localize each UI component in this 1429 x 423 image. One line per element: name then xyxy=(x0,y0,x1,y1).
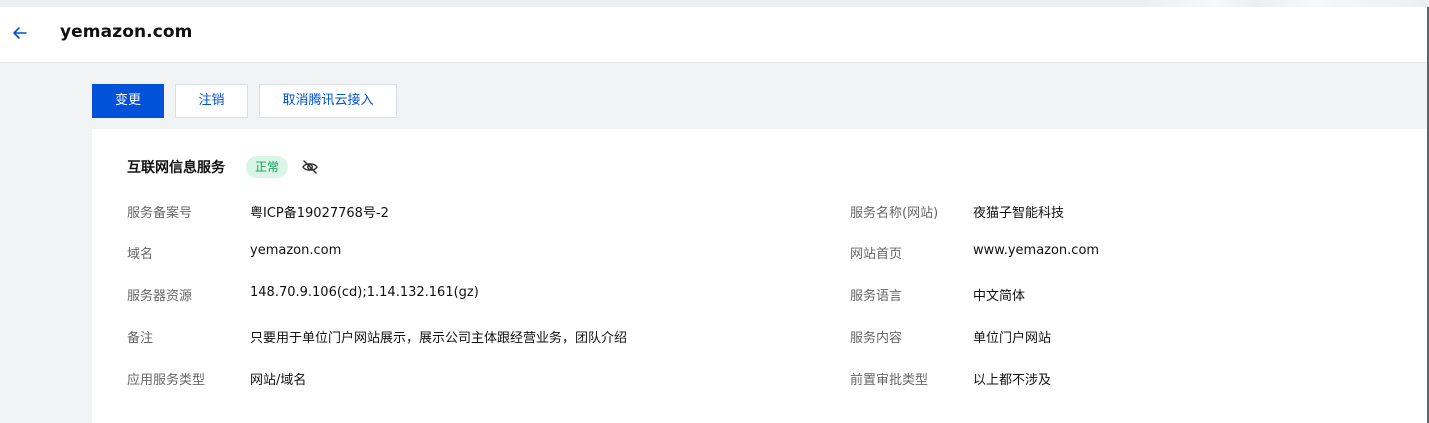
service-language-value: 中文简体 xyxy=(973,289,1026,304)
remarks-value: 只要用于单位门户网站展示，展示公司主体跟经营业务，团队介绍 xyxy=(250,331,628,346)
change-button[interactable]: 变更 xyxy=(92,84,164,118)
service-record-number-label: 服务备案号 xyxy=(127,206,193,221)
service-name-label: 服务名称(网站) xyxy=(850,206,939,221)
domain-label: 域名 xyxy=(127,247,154,262)
service-info-card: 互联网信息服务 正常 服务备案号 粤ICP备19027768号-2 域名 yem… xyxy=(92,129,1427,423)
cancel-tencent-access-button[interactable]: 取消腾讯云接入 xyxy=(259,84,397,118)
eye-off-icon[interactable] xyxy=(301,158,319,176)
domain-value: yemazon.com xyxy=(250,243,342,258)
server-resources-value: 148.70.9.106(cd);1.14.132.161(gz) xyxy=(250,285,479,300)
top-strip xyxy=(0,0,1429,7)
homepage-label: 网站首页 xyxy=(850,247,903,262)
app-service-type-value: 网站/域名 xyxy=(250,373,307,388)
deregister-button[interactable]: 注销 xyxy=(175,84,248,118)
app-service-type-label: 应用服务类型 xyxy=(127,373,206,388)
service-name-value: 夜猫子智能科技 xyxy=(973,206,1065,221)
service-language-label: 服务语言 xyxy=(850,289,903,304)
pre-approval-type-value: 以上都不涉及 xyxy=(973,373,1052,388)
status-badge: 正常 xyxy=(246,156,289,178)
action-toolbar: 变更 注销 取消腾讯云接入 xyxy=(92,84,397,118)
server-resources-label: 服务器资源 xyxy=(127,289,193,304)
pre-approval-type-label: 前置审批类型 xyxy=(850,373,929,388)
service-record-number-value: 粤ICP备19027768号-2 xyxy=(250,206,389,221)
homepage-value: www.yemazon.com xyxy=(973,243,1100,258)
arrow-left-icon[interactable] xyxy=(10,23,30,43)
page-title: yemazon.com xyxy=(60,22,193,42)
page: yemazon.com 变更 注销 取消腾讯云接入 互联网信息服务 正常 服务备… xyxy=(0,0,1429,423)
page-header: yemazon.com xyxy=(0,7,1429,63)
remarks-label: 备注 xyxy=(127,331,154,346)
service-content-label: 服务内容 xyxy=(850,331,903,346)
section-title: 互联网信息服务 xyxy=(127,160,225,176)
service-content-value: 单位门户网站 xyxy=(973,331,1052,346)
